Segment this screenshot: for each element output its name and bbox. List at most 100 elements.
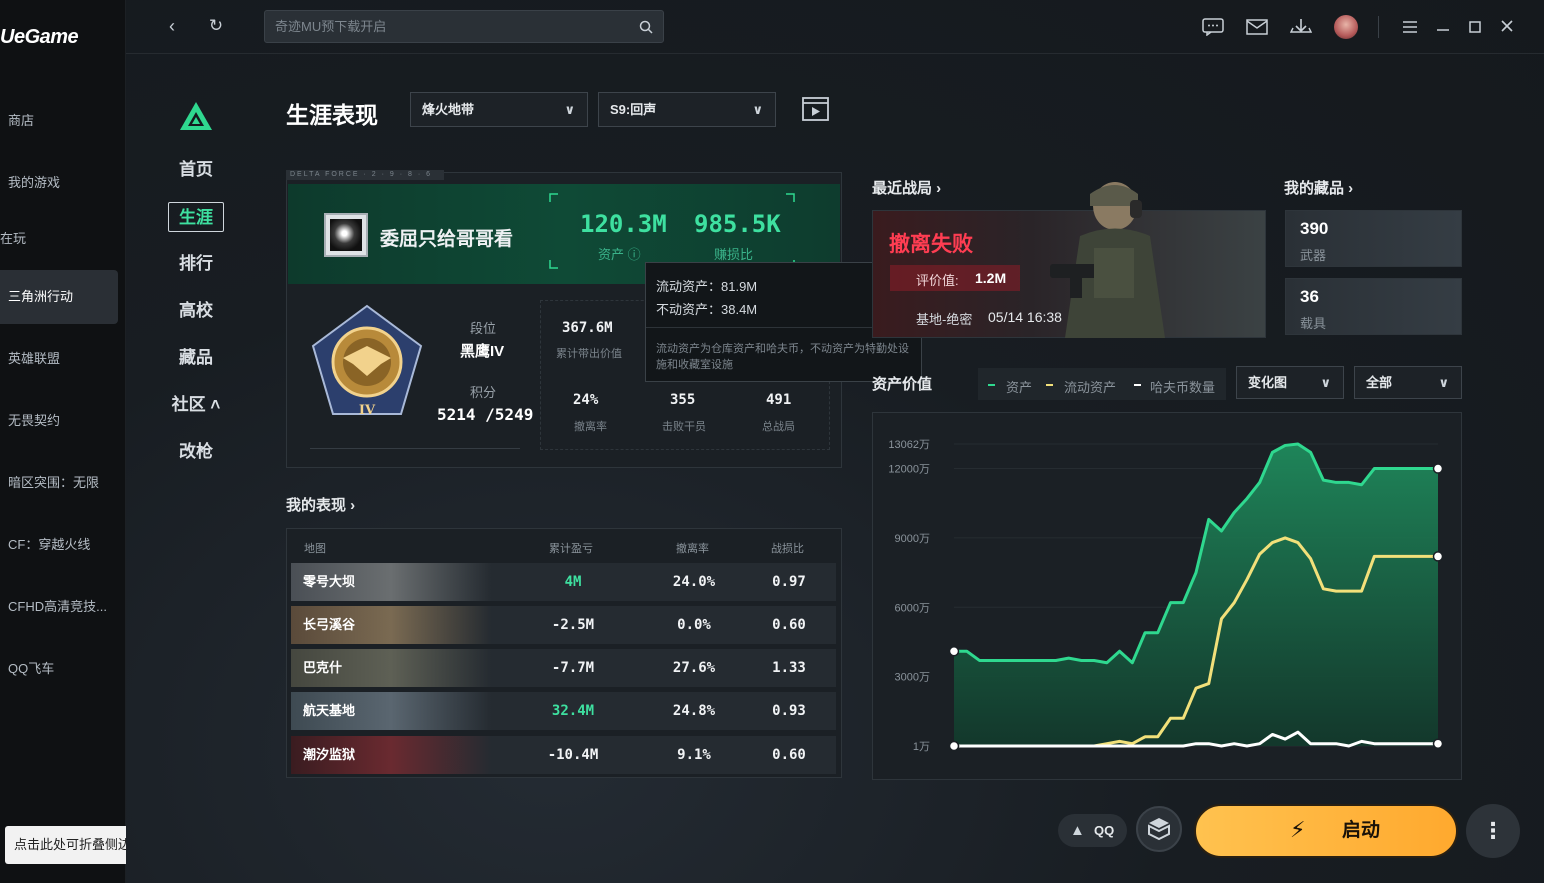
chart-range-select[interactable]: 全部 ∨ <box>1354 366 1462 399</box>
legend-assets[interactable]: 资产 <box>1006 377 1032 396</box>
nav-collection[interactable]: 藏品 <box>168 343 224 373</box>
search-icon[interactable] <box>639 20 653 34</box>
sidebar-item-delta-force[interactable]: 三角洲行动 <box>0 270 118 324</box>
series-point-0[interactable] <box>948 645 960 657</box>
map-extract-rate: 24.8% <box>672 703 716 719</box>
rank-progress-track <box>310 448 520 449</box>
assets-label[interactable]: 资产 ⓘ <box>598 244 641 263</box>
qq-penguin-icon: ▲ <box>1070 822 1085 839</box>
nav-career[interactable]: 生涯 <box>168 202 224 232</box>
sidebar-item-valorant[interactable]: 无畏契约 <box>0 394 118 448</box>
asset-chart-title: 资产价值 <box>872 376 933 393</box>
sidebar-item-qq-speed[interactable]: QQ飞车 <box>0 642 118 696</box>
player-name: 委屈只给哥哥看 <box>380 229 514 250</box>
download-icon[interactable] <box>1290 17 1312 37</box>
profit-ratio-label: 赚损比 <box>714 247 754 262</box>
mode-select-value: 烽火地带 <box>422 102 475 117</box>
map-name: 零号大坝 <box>303 574 356 589</box>
y-tick-label: 13062万 <box>888 439 930 451</box>
vehicles-count: 36 <box>1300 287 1319 306</box>
chat-icon[interactable] <box>1202 18 1224 36</box>
season-select-value: S9:回声 <box>610 102 657 117</box>
table-row[interactable]: 航天基地 32.4M 24.8% 0.93 <box>291 692 836 730</box>
nav-ranking[interactable]: 排行 <box>168 249 224 279</box>
table-row[interactable]: 零号大坝 4M 24.0% 0.97 <box>291 563 836 601</box>
series-point-2[interactable] <box>948 740 960 752</box>
nav-gun-mod[interactable]: 改枪 <box>168 437 224 467</box>
nav-home[interactable]: 首页 <box>168 155 224 185</box>
chevron-down-icon: ∨ <box>752 102 763 117</box>
map-name: 长弓溪谷 <box>303 617 356 632</box>
collection-title[interactable]: 我的藏品 › <box>1284 177 1353 198</box>
kills-label: 击败干员 <box>662 421 706 433</box>
map-kd: 0.60 <box>772 617 806 633</box>
chart-view-select[interactable]: 变化图 ∨ <box>1236 366 1344 399</box>
chart-view-value: 变化图 <box>1248 375 1288 390</box>
sidebar-item-store[interactable]: 商店 <box>0 94 118 148</box>
legend-liquid-assets[interactable]: 流动资产 <box>1064 377 1116 396</box>
map-name: 航天基地 <box>303 703 356 718</box>
sidebar-item-lol[interactable]: 英雄联盟 <box>0 332 118 386</box>
sidebar-item-arena-breakout[interactable]: 暗区突围：无限 <box>0 456 118 510</box>
season-select[interactable]: S9:回声 ∨ <box>598 92 776 127</box>
total-matches-label: 总战局 <box>762 421 795 433</box>
app-brand-logo[interactable]: UeGame <box>0 26 79 49</box>
lightning-icon: ⚡ <box>1290 817 1306 842</box>
sidebar-item-cfhd[interactable]: CFHD高清竞技... <box>0 580 118 634</box>
user-avatar[interactable] <box>1334 15 1358 39</box>
map-kd: 0.93 <box>772 703 806 719</box>
refresh-icon[interactable]: ↻ <box>204 17 228 35</box>
table-row[interactable]: 潮汐监狱 -10.4M 9.1% 0.60 <box>291 736 836 774</box>
collection-vehicles-card[interactable]: 36 载具 <box>1285 278 1462 335</box>
menu-icon[interactable] <box>1402 20 1418 34</box>
close-icon[interactable] <box>1500 19 1514 33</box>
tooltip-liquid-assets: 流动资产：81.9M <box>656 279 758 294</box>
delta-force-logo-icon <box>180 102 212 130</box>
table-row[interactable]: 长弓溪谷 -2.5M 0.0% 0.60 <box>291 606 836 644</box>
minimize-icon[interactable] <box>1436 20 1450 34</box>
sidebar-item-cf[interactable]: CF：穿越火线 <box>0 518 118 572</box>
performance-title[interactable]: 我的表现 › <box>286 494 355 515</box>
mail-icon[interactable] <box>1246 19 1268 35</box>
collection-weapons-card[interactable]: 390 武器 <box>1285 210 1462 267</box>
map-extract-rate: 0.0% <box>677 617 711 633</box>
more-options-button[interactable]: ⋮ <box>1466 804 1520 858</box>
map-kd: 1.33 <box>772 660 806 676</box>
maximize-icon[interactable] <box>1468 20 1482 34</box>
legend-haf-coins[interactable]: 哈夫币数量 <box>1150 377 1215 396</box>
mode-select[interactable]: 烽火地带 ∨ <box>410 92 588 127</box>
rank-label: 段位 <box>470 321 497 336</box>
map-profit: 4M <box>564 574 582 590</box>
cube-icon <box>1148 818 1170 841</box>
chart-range-value: 全部 <box>1366 375 1393 390</box>
series-point-0[interactable] <box>1432 463 1444 474</box>
vehicles-label: 载具 <box>1300 316 1327 331</box>
search-input[interactable] <box>275 11 635 42</box>
tooltip-note: 流动资产为仓库资产和哈夫币，不动资产为特勤处设施和收藏室设施 <box>656 343 909 371</box>
battle-result: 撤离失败 <box>889 233 973 256</box>
nav-community[interactable]: 社区 ˄ <box>168 390 224 420</box>
back-icon[interactable]: ‹ <box>160 17 184 35</box>
nav-college[interactable]: 高校 <box>168 296 224 326</box>
series-point-1[interactable] <box>1432 551 1444 562</box>
qq-button[interactable]: ▲ QQ <box>1058 814 1127 847</box>
map-name: 潮汐监狱 <box>303 747 356 762</box>
sidebar-item-playing[interactable]: 在玩 <box>0 212 118 266</box>
total-matches-value: 491 <box>766 392 792 408</box>
chevron-down-icon: ∨ <box>1438 375 1449 390</box>
map-profit: -10.4M <box>547 747 599 763</box>
y-tick-label: 1万 <box>913 741 930 753</box>
sidebar-item-my-games[interactable]: 我的游戏 <box>0 156 118 210</box>
profit-ratio-value: 985.5K <box>694 210 781 238</box>
legend-swatch-coins <box>1134 384 1141 386</box>
share-icon[interactable] <box>802 97 829 121</box>
more-vertical-icon: ⋮ <box>1482 818 1504 843</box>
series-point-2[interactable] <box>1432 738 1444 749</box>
table-row[interactable]: 巴克什 -7.7M 27.6% 1.33 <box>291 649 836 687</box>
map-profit: -7.7M <box>551 660 595 676</box>
extract-rate-value: 24% <box>573 392 599 408</box>
recent-battle-title[interactable]: 最近战局 › <box>872 177 941 198</box>
col-header-extract-rate: 撤离率 <box>676 543 709 555</box>
start-game-button[interactable]: ⚡ 启动 <box>1194 804 1458 858</box>
accelerator-button[interactable] <box>1136 806 1182 852</box>
